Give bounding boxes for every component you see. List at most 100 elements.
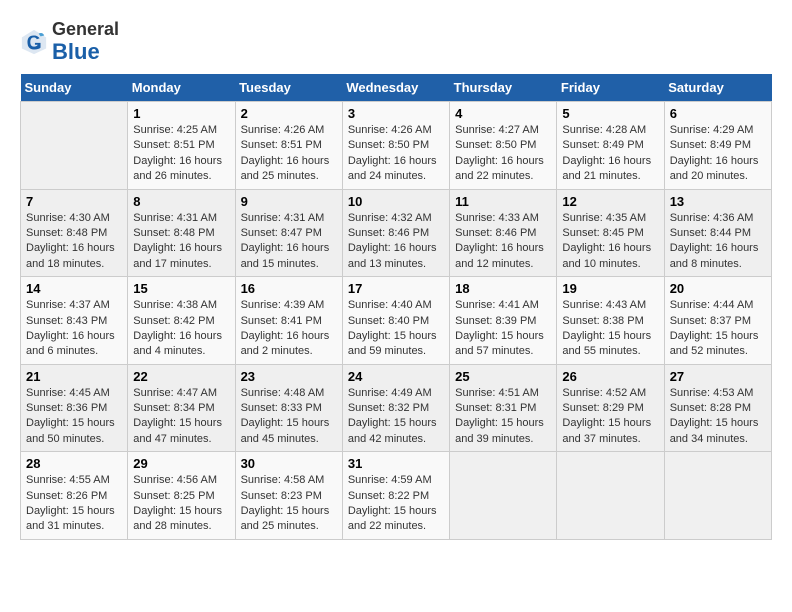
cell-content: Sunrise: 4:45 AMSunset: 8:36 PMDaylight:… (26, 386, 122, 448)
calendar-week-row: 28 Sunrise: 4:55 AMSunset: 8:26 PMDayligh… (21, 452, 772, 540)
calendar-cell: 30 Sunrise: 4:58 AMSunset: 8:23 PMDayligh… (235, 452, 342, 540)
header-saturday: Saturday (664, 74, 771, 102)
cell-content: Sunrise: 4:41 AMSunset: 8:39 PMDaylight:… (455, 298, 551, 360)
cell-content: Sunrise: 4:26 AMSunset: 8:51 PMDaylight:… (241, 123, 337, 185)
day-number: 19 (562, 281, 658, 296)
cell-content: Sunrise: 4:49 AMSunset: 8:32 PMDaylight:… (348, 386, 444, 448)
day-number: 21 (26, 369, 122, 384)
cell-content: Sunrise: 4:55 AMSunset: 8:26 PMDaylight:… (26, 473, 122, 535)
calendar-cell: 1 Sunrise: 4:25 AMSunset: 8:51 PMDaylight… (128, 101, 235, 189)
header-monday: Monday (128, 74, 235, 102)
day-number: 3 (348, 106, 444, 121)
cell-content: Sunrise: 4:36 AMSunset: 8:44 PMDaylight:… (670, 211, 766, 273)
cell-content: Sunrise: 4:40 AMSunset: 8:40 PMDaylight:… (348, 298, 444, 360)
calendar-cell: 28 Sunrise: 4:55 AMSunset: 8:26 PMDayligh… (21, 452, 128, 540)
cell-content: Sunrise: 4:29 AMSunset: 8:49 PMDaylight:… (670, 123, 766, 185)
day-number: 9 (241, 194, 337, 209)
cell-content: Sunrise: 4:39 AMSunset: 8:41 PMDaylight:… (241, 298, 337, 360)
calendar-cell: 11 Sunrise: 4:33 AMSunset: 8:46 PMDayligh… (450, 189, 557, 277)
day-number: 2 (241, 106, 337, 121)
day-number: 4 (455, 106, 551, 121)
day-number: 23 (241, 369, 337, 384)
header-tuesday: Tuesday (235, 74, 342, 102)
day-number: 25 (455, 369, 551, 384)
calendar-cell: 14Sunrise: 4:37 AMSunset: 8:43 PMDayligh… (21, 277, 128, 365)
day-number: 27 (670, 369, 766, 384)
calendar-cell: 18Sunrise: 4:41 AMSunset: 8:39 PMDayligh… (450, 277, 557, 365)
calendar-cell (557, 452, 664, 540)
calendar-cell (21, 101, 128, 189)
calendar-cell: 20 Sunrise: 4:44 AMSunset: 8:37 PMDayligh… (664, 277, 771, 365)
calendar-cell: 8Sunrise: 4:31 AMSunset: 8:48 PMDaylight… (128, 189, 235, 277)
day-number: 17 (348, 281, 444, 296)
cell-content: Sunrise: 4:59 AMSunset: 8:22 PMDaylight:… (348, 473, 444, 535)
day-number: 14 (26, 281, 122, 296)
calendar-cell: 10Sunrise: 4:32 AMSunset: 8:46 PMDayligh… (342, 189, 449, 277)
logo-general-text: General (52, 19, 119, 39)
day-number: 28 (26, 456, 122, 471)
cell-content: Sunrise: 4:51 AMSunset: 8:31 PMDaylight:… (455, 386, 551, 448)
cell-content: Sunrise: 4:25 AMSunset: 8:51 PMDaylight:… (133, 123, 229, 185)
day-number: 29 (133, 456, 229, 471)
calendar-cell: 4 Sunrise: 4:27 AMSunset: 8:50 PMDaylight… (450, 101, 557, 189)
cell-content: Sunrise: 4:48 AMSunset: 8:33 PMDaylight:… (241, 386, 337, 448)
day-number: 5 (562, 106, 658, 121)
calendar-week-row: 1 Sunrise: 4:25 AMSunset: 8:51 PMDaylight… (21, 101, 772, 189)
calendar-header-row: SundayMondayTuesdayWednesdayThursdayFrid… (21, 74, 772, 102)
cell-content: Sunrise: 4:44 AMSunset: 8:37 PMDaylight:… (670, 298, 766, 360)
header-wednesday: Wednesday (342, 74, 449, 102)
calendar-cell: 15Sunrise: 4:38 AMSunset: 8:42 PMDayligh… (128, 277, 235, 365)
calendar-cell: 25 Sunrise: 4:51 AMSunset: 8:31 PMDayligh… (450, 364, 557, 452)
cell-content: Sunrise: 4:28 AMSunset: 8:49 PMDaylight:… (562, 123, 658, 185)
cell-content: Sunrise: 4:52 AMSunset: 8:29 PMDaylight:… (562, 386, 658, 448)
logo-icon (20, 28, 48, 56)
cell-content: Sunrise: 4:47 AMSunset: 8:34 PMDaylight:… (133, 386, 229, 448)
cell-content: Sunrise: 4:26 AMSunset: 8:50 PMDaylight:… (348, 123, 444, 185)
header-friday: Friday (557, 74, 664, 102)
calendar-cell: 9 Sunrise: 4:31 AMSunset: 8:47 PMDaylight… (235, 189, 342, 277)
header-sunday: Sunday (21, 74, 128, 102)
day-number: 22 (133, 369, 229, 384)
calendar-week-row: 14Sunrise: 4:37 AMSunset: 8:43 PMDayligh… (21, 277, 772, 365)
calendar-cell: 5 Sunrise: 4:28 AMSunset: 8:49 PMDaylight… (557, 101, 664, 189)
day-number: 30 (241, 456, 337, 471)
logo-text: General Blue (52, 20, 119, 64)
calendar-cell: 22 Sunrise: 4:47 AMSunset: 8:34 PMDayligh… (128, 364, 235, 452)
cell-content: Sunrise: 4:38 AMSunset: 8:42 PMDaylight:… (133, 298, 229, 360)
calendar-week-row: 21 Sunrise: 4:45 AMSunset: 8:36 PMDayligh… (21, 364, 772, 452)
calendar-table: SundayMondayTuesdayWednesdayThursdayFrid… (20, 74, 772, 540)
cell-content: Sunrise: 4:58 AMSunset: 8:23 PMDaylight:… (241, 473, 337, 535)
calendar-week-row: 7 Sunrise: 4:30 AMSunset: 8:48 PMDaylight… (21, 189, 772, 277)
day-number: 12 (562, 194, 658, 209)
day-number: 11 (455, 194, 551, 209)
calendar-cell: 6 Sunrise: 4:29 AMSunset: 8:49 PMDaylight… (664, 101, 771, 189)
day-number: 16 (241, 281, 337, 296)
calendar-cell: 16 Sunrise: 4:39 AMSunset: 8:41 PMDayligh… (235, 277, 342, 365)
cell-content: Sunrise: 4:30 AMSunset: 8:48 PMDaylight:… (26, 211, 122, 273)
calendar-cell: 3 Sunrise: 4:26 AMSunset: 8:50 PMDaylight… (342, 101, 449, 189)
day-number: 20 (670, 281, 766, 296)
day-number: 24 (348, 369, 444, 384)
calendar-cell: 12 Sunrise: 4:35 AMSunset: 8:45 PMDayligh… (557, 189, 664, 277)
calendar-cell: 13 Sunrise: 4:36 AMSunset: 8:44 PMDayligh… (664, 189, 771, 277)
day-number: 1 (133, 106, 229, 121)
day-number: 10 (348, 194, 444, 209)
calendar-cell (664, 452, 771, 540)
calendar-cell: 26 Sunrise: 4:52 AMSunset: 8:29 PMDayligh… (557, 364, 664, 452)
day-number: 6 (670, 106, 766, 121)
cell-content: Sunrise: 4:31 AMSunset: 8:48 PMDaylight:… (133, 211, 229, 273)
calendar-cell: 21 Sunrise: 4:45 AMSunset: 8:36 PMDayligh… (21, 364, 128, 452)
day-number: 26 (562, 369, 658, 384)
day-number: 7 (26, 194, 122, 209)
calendar-cell: 7 Sunrise: 4:30 AMSunset: 8:48 PMDaylight… (21, 189, 128, 277)
day-number: 13 (670, 194, 766, 209)
cell-content: Sunrise: 4:31 AMSunset: 8:47 PMDaylight:… (241, 211, 337, 273)
cell-content: Sunrise: 4:27 AMSunset: 8:50 PMDaylight:… (455, 123, 551, 185)
calendar-cell: 2 Sunrise: 4:26 AMSunset: 8:51 PMDaylight… (235, 101, 342, 189)
cell-content: Sunrise: 4:56 AMSunset: 8:25 PMDaylight:… (133, 473, 229, 535)
cell-content: Sunrise: 4:53 AMSunset: 8:28 PMDaylight:… (670, 386, 766, 448)
day-number: 31 (348, 456, 444, 471)
calendar-cell: 31 Sunrise: 4:59 AMSunset: 8:22 PMDayligh… (342, 452, 449, 540)
cell-content: Sunrise: 4:35 AMSunset: 8:45 PMDaylight:… (562, 211, 658, 273)
cell-content: Sunrise: 4:33 AMSunset: 8:46 PMDaylight:… (455, 211, 551, 273)
